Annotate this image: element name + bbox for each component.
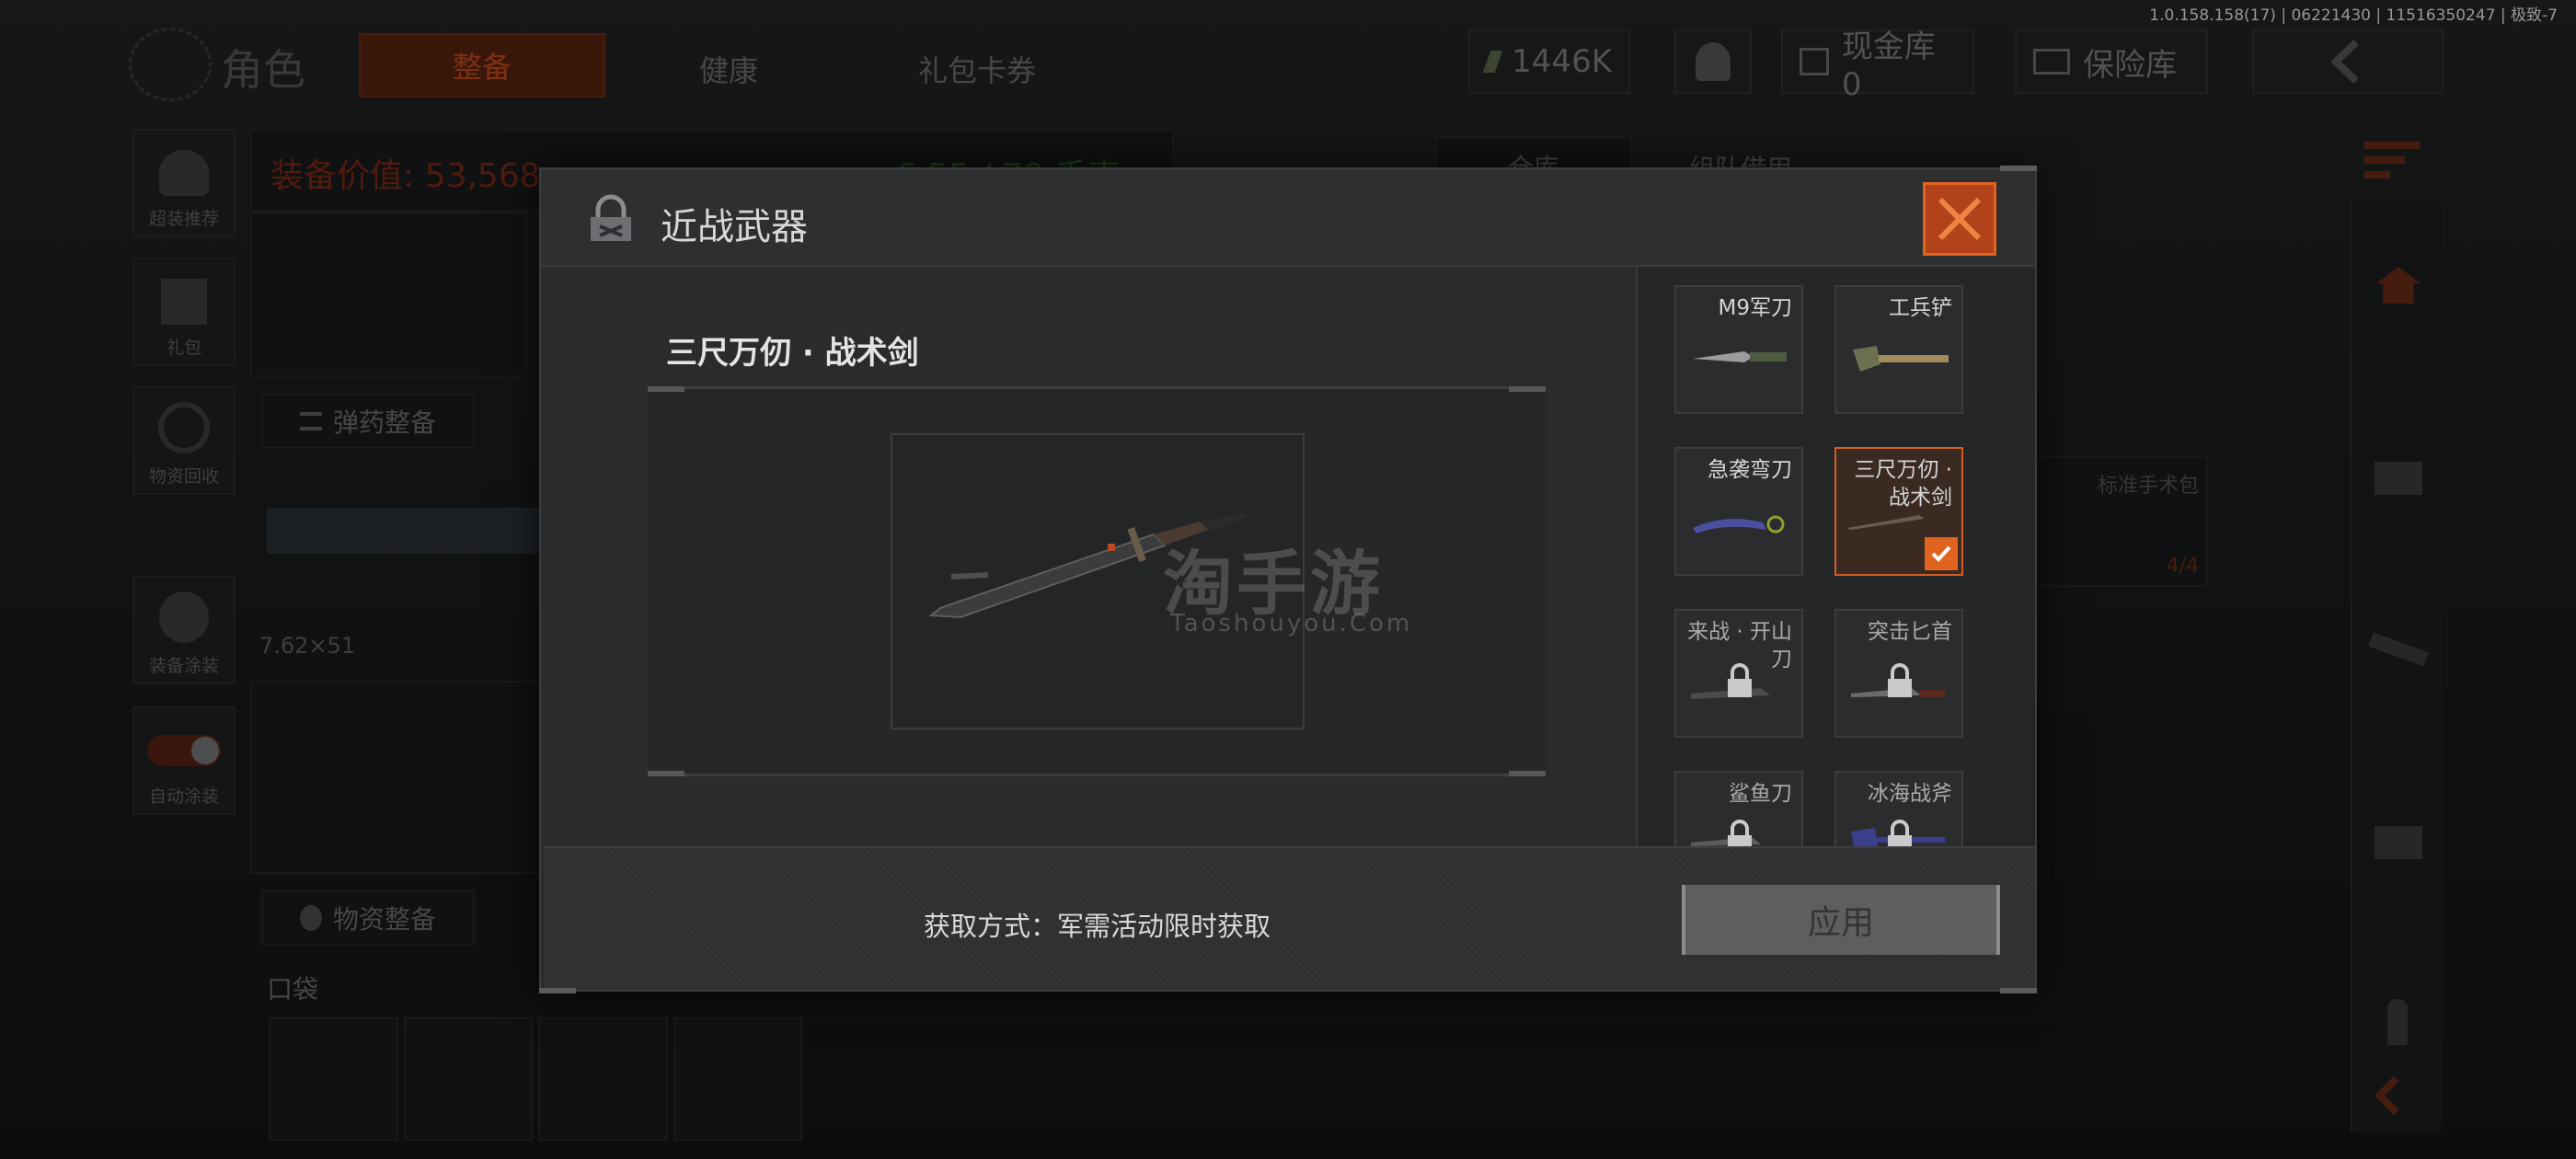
weapon-item-shovel[interactable]: 工兵铲: [1834, 285, 1963, 414]
lock-icon: [1888, 820, 1912, 848]
machete-icon: [1693, 515, 1785, 534]
melee-weapon-dialog: 近战武器 三尺万仞 · 战术剑 淘手游 Taoshouyou.Com M9军刀 …: [539, 166, 2037, 993]
close-button[interactable]: [1923, 182, 1996, 256]
weapon-item-label: 鲨鱼刀: [1729, 782, 1792, 806]
corner-mark: [648, 771, 684, 776]
weapon-item-label: 突击匕首: [1868, 620, 1952, 644]
shovel-icon: [1853, 346, 1949, 372]
corner-mark: [2000, 988, 2037, 993]
weapon-item-label: 急袭弯刀: [1708, 458, 1792, 482]
lock-icon: [1728, 663, 1752, 697]
melee-weapon-list[interactable]: M9军刀 工兵铲 急袭弯刀 三尺万仞 · 战术剑 来战 · 开山刀 突击匕首 鲨…: [1636, 267, 2035, 848]
sword-icon: [1847, 515, 1925, 530]
knife-icon: [1693, 351, 1787, 362]
weapon-item-label: 冰海战斧: [1868, 782, 1952, 806]
weapon-item-assault-dagger[interactable]: 突击匕首: [1834, 609, 1963, 738]
weapon-item-label: M9军刀: [1718, 296, 1792, 320]
close-icon: [1938, 197, 1982, 241]
corner-mark: [539, 988, 576, 993]
corner-mark: [2000, 166, 2037, 171]
weapon-preview[interactable]: 淘手游 Taoshouyou.Com: [648, 386, 1546, 776]
dialog-title: 近战武器: [661, 206, 808, 248]
corner-mark: [648, 386, 684, 392]
weapon-item-shark-knife[interactable]: 鲨鱼刀: [1674, 771, 1803, 848]
dialog-footer: 获取方式：军需活动限时获取 应用: [545, 846, 2035, 990]
weapon-item-tactical-sword[interactable]: 三尺万仞 · 战术剑: [1834, 447, 1963, 576]
weapon-item-raid-machete[interactable]: 急袭弯刀: [1674, 447, 1803, 576]
weapon-item-m9[interactable]: M9军刀: [1674, 285, 1803, 414]
apply-button[interactable]: 应用: [1682, 885, 2000, 955]
weapon-item-mountain-machete[interactable]: 来战 · 开山刀: [1674, 609, 1803, 738]
corner-mark: [1509, 771, 1546, 776]
lock-icon: [591, 194, 631, 241]
apply-button-label: 应用: [1807, 904, 1874, 942]
acquire-method-text: 获取方式：军需活动限时获取: [924, 911, 1271, 942]
watermark-subtext: Taoshouyou.Com: [1170, 610, 1413, 637]
selected-weapon-name: 三尺万仞 · 战术剑: [666, 335, 919, 372]
dialog-header: 近战武器: [541, 169, 2035, 267]
selected-check-icon: [1925, 537, 1958, 570]
weapon-item-ice-axe[interactable]: 冰海战斧: [1834, 771, 1963, 848]
weapon-item-label: 工兵铲: [1889, 296, 1952, 320]
lock-icon: [1728, 820, 1752, 848]
corner-mark: [1509, 386, 1546, 392]
weapon-item-label: 三尺万仞 · 战术剑: [1854, 458, 1952, 510]
lock-icon: [1888, 663, 1912, 697]
